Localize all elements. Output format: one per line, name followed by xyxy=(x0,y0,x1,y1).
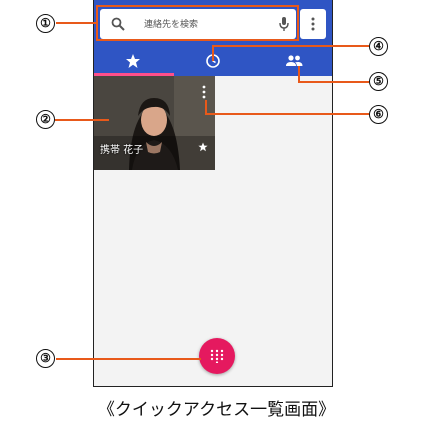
star-icon xyxy=(198,142,208,152)
callout-1: ① xyxy=(36,14,55,33)
callout-2: ② xyxy=(36,110,55,129)
callout-line-3 xyxy=(56,358,201,360)
callout-5: ⑤ xyxy=(369,72,388,91)
dialpad-button[interactable] xyxy=(199,338,235,374)
callout-line-4b xyxy=(212,45,369,47)
callout-line-5b xyxy=(298,81,369,83)
star-icon xyxy=(126,54,140,68)
more-vert-icon xyxy=(311,17,315,31)
more-options-button[interactable] xyxy=(300,9,326,39)
dialpad-icon xyxy=(210,349,224,363)
callout-6: ⑥ xyxy=(369,105,388,124)
tab-contacts[interactable] xyxy=(254,49,333,73)
callout-4: ④ xyxy=(369,37,388,56)
figure-caption: 《クイックアクセス一覧画面》 xyxy=(97,400,336,420)
callout-line-6b xyxy=(205,113,369,115)
callout-line-1 xyxy=(56,22,97,24)
contact-name: 携帯 花子 xyxy=(100,145,144,156)
people-icon xyxy=(286,55,303,66)
tab-favorites[interactable] xyxy=(94,49,173,73)
favorite-contact-card[interactable]: 携帯 花子 xyxy=(94,76,215,170)
callout-line-2 xyxy=(55,119,109,121)
callout-line-4a xyxy=(212,45,214,61)
more-vert-icon[interactable] xyxy=(202,85,206,99)
callout-3: ③ xyxy=(36,349,55,368)
callout-highlight-search xyxy=(96,5,299,41)
